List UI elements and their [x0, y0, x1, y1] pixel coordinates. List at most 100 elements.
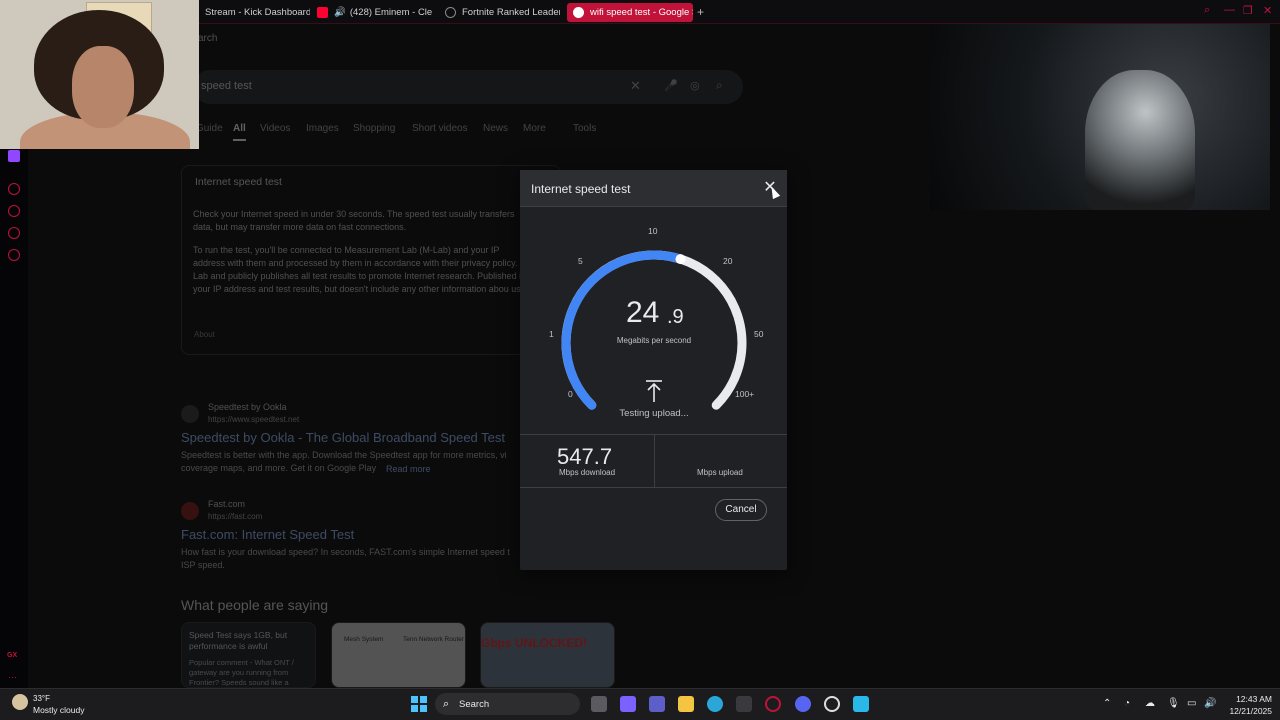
loading-icon [445, 7, 456, 18]
onedrive-icon[interactable]: ☁ [1145, 698, 1155, 709]
nav-videos[interactable]: Videos [260, 123, 290, 134]
cancel-button[interactable]: Cancel [715, 499, 767, 521]
dialog-header: Internet speed test ✕ [520, 170, 787, 207]
nav-shopping[interactable]: Shopping [353, 123, 395, 134]
weather-temp: 33°F [33, 694, 50, 703]
tray-app-icon[interactable]: ◔ [1124, 698, 1130, 709]
tab-fortnite[interactable]: Fortnite Ranked Leaderb [445, 3, 560, 22]
tick-100: 100+ [735, 389, 755, 399]
card-title: Internet speed test [195, 176, 282, 188]
tick-20: 20 [723, 256, 733, 266]
mic-icon[interactable]: 🎤 [664, 79, 678, 92]
taskbar-search-label: Search [459, 699, 490, 710]
fast-favicon [181, 502, 199, 520]
result-2-snippet: How fast is your download speed? In seco… [181, 547, 510, 570]
tab-google[interactable]: wifi speed test - Google S [567, 3, 693, 22]
result-1-title[interactable]: Speedtest by Ookla - The Global Broadban… [181, 430, 505, 445]
weather-icon[interactable] [12, 694, 28, 710]
teams-icon[interactable] [649, 696, 665, 712]
close-window-icon[interactable]: ✕ [1263, 4, 1272, 17]
settings-icon[interactable] [8, 249, 20, 261]
result-1-read-more[interactable]: Read more [386, 464, 431, 474]
chatgpt-icon[interactable] [824, 696, 840, 712]
search-fragment: arch [198, 33, 218, 44]
tab-kick-label: Stream - Kick Dashboard [205, 7, 310, 18]
speed-unit: Megabits per second [616, 336, 692, 345]
twitch-icon[interactable] [8, 150, 20, 162]
card-about-link[interactable]: About [194, 330, 215, 339]
gx-badge[interactable]: GX [7, 652, 17, 659]
taskbar-search[interactable] [435, 693, 580, 715]
file-explorer-icon[interactable] [678, 696, 694, 712]
clock-time: 12:43 AM [1236, 694, 1272, 704]
mic-tray-icon[interactable]: 🎙 [1167, 698, 1180, 709]
store-icon[interactable] [736, 696, 752, 712]
nav-more[interactable]: More [523, 123, 546, 134]
start-icon[interactable] [411, 696, 427, 712]
speed-value-integer: 24 [626, 296, 660, 329]
nav-all[interactable]: All [233, 123, 246, 141]
discord-icon[interactable] [795, 696, 811, 712]
search-icon[interactable]: ⌕ [716, 78, 723, 93]
tick-5: 5 [578, 256, 583, 266]
gauge-knob [675, 254, 686, 265]
youtube-icon [317, 7, 328, 18]
new-tab-icon[interactable]: + [697, 5, 704, 19]
download-label: Mbps download [559, 468, 616, 477]
clock[interactable]: 12:43 AM 12/21/2025 [1222, 693, 1272, 717]
nav-tools[interactable]: Tools [573, 123, 596, 134]
network-icon[interactable]: ▭ [1187, 698, 1196, 709]
thumb-1-label-2: Tenn Network Router [403, 636, 465, 643]
tab-youtube-label: (428) Eminem - Clean [349, 7, 432, 18]
speed-value-decimal: .9 [667, 306, 684, 328]
search-tabs-icon[interactable]: ⌕ [1204, 4, 1210, 17]
lens-icon[interactable]: ◎ [690, 79, 700, 92]
result-1-site: Speedtest by Ookla [208, 402, 287, 412]
more-icon[interactable]: ··· [8, 672, 17, 682]
tab-google-label: wifi speed test - Google S [590, 7, 693, 18]
player-icon[interactable] [8, 183, 20, 195]
discussion-comment: Popular comment - What ONT / gateway are… [189, 658, 294, 686]
search-box[interactable] [193, 70, 743, 104]
video-thumb-2[interactable] [480, 622, 615, 688]
tray-chevron-icon[interactable]: ⌃ [1103, 698, 1111, 709]
copilot-icon[interactable] [620, 696, 636, 712]
weather-desc: Mostly cloudy [33, 705, 85, 715]
clear-icon[interactable]: ✕ [630, 78, 641, 94]
volume-icon[interactable]: 🔊 [1204, 698, 1216, 709]
google-icon [573, 7, 584, 18]
result-2-site: Fast.com [208, 499, 246, 509]
result-2-url: https://fast.com [208, 512, 263, 521]
edge-icon[interactable] [707, 696, 723, 712]
tab-youtube[interactable]: 🔊 (428) Eminem - Clean [317, 3, 432, 22]
minimize-icon[interactable]: — [1224, 4, 1235, 16]
history-icon[interactable] [8, 205, 20, 217]
card-paragraph-1: Check your Internet speed in under 30 se… [193, 209, 515, 232]
results-divider [654, 434, 655, 488]
thumb-2-banner: Gbps UNLOCKED! [481, 636, 587, 650]
nav-images[interactable]: Images [306, 123, 339, 134]
nav-guide[interactable]: Guide [196, 123, 223, 134]
messenger-icon[interactable] [8, 227, 20, 239]
fortnite-icon[interactable] [853, 696, 869, 712]
taskview-icon[interactable] [591, 696, 607, 712]
result-1-snippet: Speedtest is better with the app. Downlo… [181, 450, 507, 473]
tick-50: 50 [754, 329, 764, 339]
nav-news[interactable]: News [483, 123, 508, 134]
card-paragraph-2: To run the test, you'll be connected to … [193, 245, 531, 294]
upload-label: Mbps upload [697, 468, 743, 477]
opera-gx-icon[interactable] [765, 696, 781, 712]
streamer-face [72, 46, 134, 128]
video-thumb-1[interactable] [331, 622, 466, 688]
nav-short-videos[interactable]: Short videos [412, 123, 468, 134]
result-1-url: https://www.speedtest.net [208, 415, 300, 424]
section-heading: What people are saying [181, 597, 329, 613]
tab-kick[interactable]: Stream - Kick Dashboard [205, 3, 310, 22]
search-query: speed test [201, 80, 252, 92]
ookla-favicon [181, 405, 199, 423]
maximize-icon[interactable]: ❐ [1243, 4, 1253, 17]
audio-icon[interactable]: 🔊 [334, 7, 346, 18]
tick-1: 1 [549, 329, 554, 339]
video-figure [1085, 70, 1195, 210]
result-2-title[interactable]: Fast.com: Internet Speed Test [181, 527, 354, 542]
